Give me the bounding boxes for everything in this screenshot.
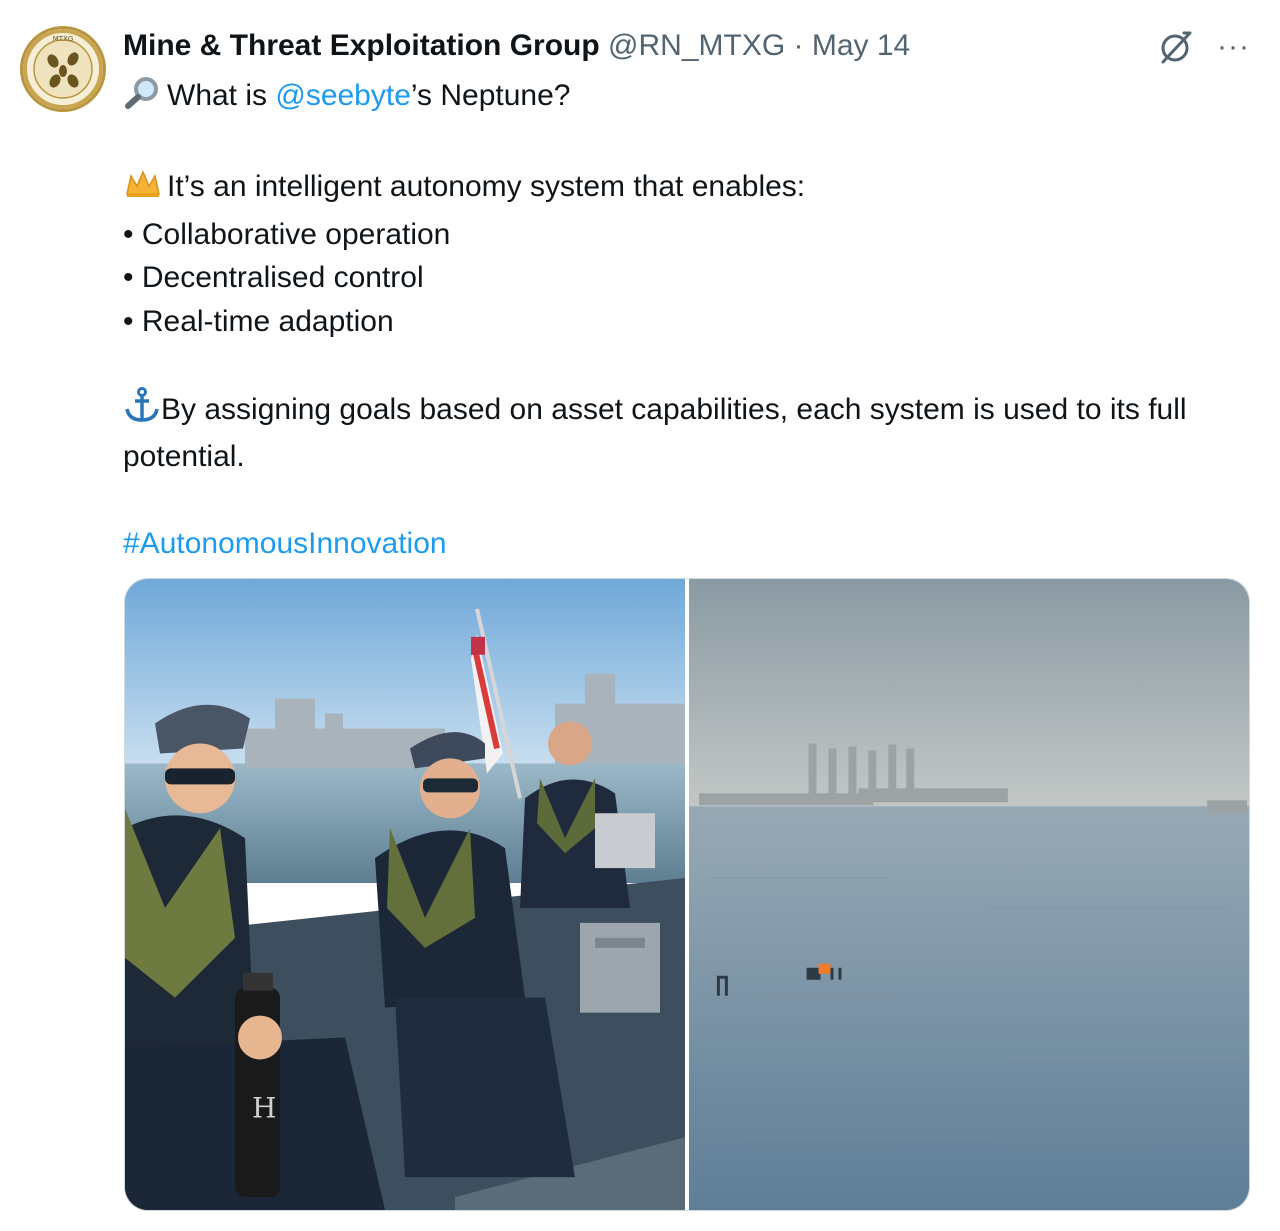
anchor-icon: [123, 386, 161, 436]
tweet-text: What is @seebyte’s Neptune? It’s an inte…: [123, 74, 1243, 566]
tweet-line-intro: It’s an intelligent autonomy system that…: [123, 165, 1243, 213]
photo-sea-with-rigs[interactable]: [689, 579, 1249, 1210]
question-prefix: What is: [167, 79, 276, 112]
goals-text: By assigning goals based on asset capabi…: [123, 392, 1187, 474]
bullet-item: Collaborative operation: [123, 213, 1243, 257]
tweet-header: Mine & Threat Exploitation Group @RN_MTX…: [123, 26, 910, 66]
trident-crown-icon: [123, 168, 163, 213]
tweet-line-goals: By assigning goals based on asset capabi…: [123, 386, 1243, 479]
header-separator: ·: [793, 29, 804, 62]
avatar[interactable]: MTXG: [20, 26, 106, 112]
mention-seebyte[interactable]: @seebyte: [275, 79, 411, 112]
bullet-item: Real-time adaption: [123, 300, 1243, 344]
question-suffix: ’s Neptune?: [410, 79, 571, 112]
author-name[interactable]: Mine & Threat Exploitation Group: [123, 29, 600, 62]
bullet-item: Decentralised control: [123, 256, 1243, 300]
hashtag-link[interactable]: #AutonomousInnovation: [123, 527, 447, 560]
media-grid: H: [124, 578, 1250, 1211]
more-options-icon[interactable]: ···: [1217, 28, 1250, 66]
svg-text:H: H: [252, 1091, 276, 1124]
header-actions: ···: [1157, 28, 1250, 66]
photo-crew-on-boat[interactable]: H: [125, 579, 685, 1210]
grok-icon[interactable]: [1157, 28, 1195, 66]
intro-text: It’s an intelligent autonomy system that…: [167, 170, 806, 203]
avatar-seal-text: MTXG: [53, 35, 74, 43]
tweet-date[interactable]: May 14: [812, 29, 910, 62]
magnifying-glass-icon: [123, 75, 163, 122]
tweet-line-question: What is @seebyte’s Neptune?: [123, 74, 1243, 122]
author-handle[interactable]: @RN_MTXG: [608, 29, 785, 62]
